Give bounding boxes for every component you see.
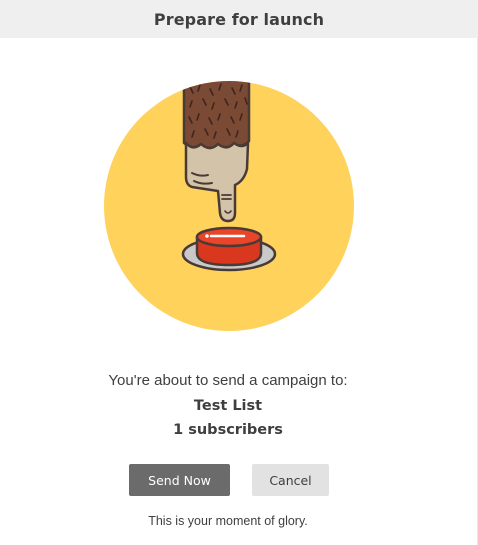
dialog-title: Prepare for launch — [153, 9, 325, 29]
send-campaign-dialog: Prepare for launch You're about to send … — [0, 0, 478, 545]
dialog-header: Prepare for launch — [0, 0, 478, 38]
tagline-text: This is your moment of glory. — [148, 514, 308, 528]
list-name: Test List — [193, 398, 263, 414]
dialog-actions: Send Now Cancel — [0, 464, 478, 496]
finger-pressing-red-button-illustration — [104, 81, 354, 331]
campaign-summary: You're about to send a campaign to: Test… — [0, 372, 456, 442]
subscriber-count: 1 subscribers — [173, 422, 283, 438]
send-now-button[interactable]: Send Now — [129, 464, 230, 496]
cancel-button[interactable]: Cancel — [252, 464, 329, 496]
summary-lead-text: You're about to send a campaign to: — [108, 372, 348, 389]
